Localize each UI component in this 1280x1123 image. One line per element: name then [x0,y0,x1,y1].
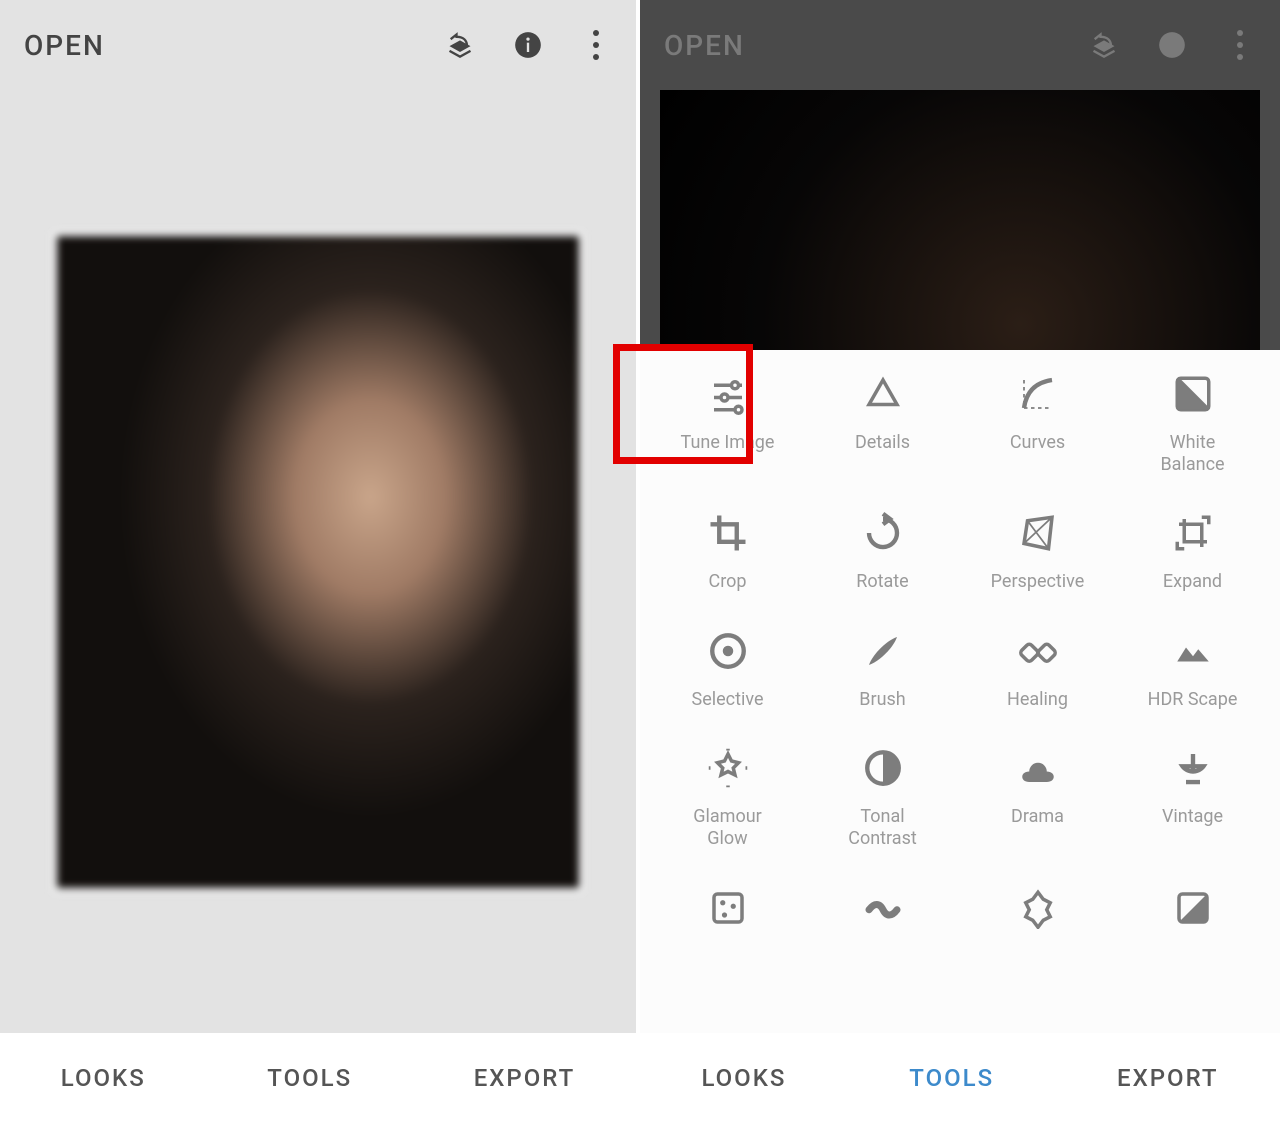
tool-label: Selective [692,689,764,711]
tool-label: White Balance [1160,432,1224,475]
bottom-navigation: LOOKS TOOLS EXPORT [640,1033,1280,1123]
tool-label: Tonal Contrast [848,806,917,849]
tool-tune-image[interactable]: Tune Image [650,370,805,475]
grainy-film-icon [704,884,752,932]
tool-label: Crop [708,571,746,593]
tool-drama[interactable]: Drama [960,744,1115,849]
tools-panel: Tune Image Details Curves White Balance Crop… [640,350,1280,1033]
drama-icon [1014,744,1062,792]
tool-label: Tune Image [681,432,775,454]
tool-selective[interactable]: Selective [650,627,805,711]
retrolux-icon [859,884,907,932]
nav-export[interactable]: EXPORT [1117,1064,1219,1092]
tool-crop[interactable]: Crop [650,509,805,593]
rotate-icon [859,509,907,557]
crop-icon [704,509,752,557]
white-balance-icon [1169,370,1217,418]
expand-icon [1169,509,1217,557]
tool-bw[interactable] [1115,884,1270,946]
dark-header-area: OPEN [640,0,1280,350]
curves-icon [1014,370,1062,418]
nav-tools[interactable]: TOOLS [909,1064,994,1092]
nav-looks[interactable]: LOOKS [701,1064,786,1092]
tool-perspective[interactable]: Perspective [960,509,1115,593]
topbar-actions [444,29,612,61]
healing-icon [1014,627,1062,675]
nav-looks[interactable]: LOOKS [61,1064,146,1092]
tool-rotate[interactable]: Rotate [805,509,960,593]
tool-tonal-contrast[interactable]: Tonal Contrast [805,744,960,849]
tool-grunge[interactable] [960,884,1115,946]
selective-icon [704,627,752,675]
tool-retrolux[interactable] [805,884,960,946]
info-icon[interactable] [512,29,544,61]
tool-details[interactable]: Details [805,370,960,475]
tool-grid: Tune Image Details Curves White Balance Crop… [650,370,1270,946]
tool-label: Drama [1011,806,1064,828]
tool-vintage[interactable]: Vintage [1115,744,1270,849]
vintage-icon [1169,744,1217,792]
tool-label: HDR Scape [1148,689,1238,711]
hdr-scape-icon [1169,627,1217,675]
tool-label: Details [855,432,910,454]
tool-brush[interactable]: Brush [805,627,960,711]
brush-icon [859,627,907,675]
tool-label: Healing [1007,689,1068,711]
photo-preview-dim [660,90,1260,350]
tool-label: Brush [859,689,905,711]
tool-curves[interactable]: Curves [960,370,1115,475]
tune-image-icon [704,370,752,418]
bw-icon [1169,884,1217,932]
tool-hdr-scape[interactable]: HDR Scape [1115,627,1270,711]
info-icon [1156,29,1188,61]
photo-preview[interactable] [53,232,583,892]
bottom-navigation: LOOKS TOOLS EXPORT [0,1033,636,1123]
tonal-contrast-icon [859,744,907,792]
open-button-dim: OPEN [664,29,745,62]
tool-label: Glamour Glow [693,806,762,849]
glamour-glow-icon [704,744,752,792]
screen-tools: OPEN Tune Image Details Curves White Balanc… [640,0,1280,1123]
tool-label: Expand [1163,571,1222,593]
layers-undo-icon[interactable] [444,29,476,61]
grunge-icon [1014,884,1062,932]
topbar: OPEN [0,0,636,90]
open-button[interactable]: OPEN [24,29,105,62]
tool-grainy-film[interactable] [650,884,805,946]
tool-healing[interactable]: Healing [960,627,1115,711]
more-menu-icon[interactable] [580,29,612,61]
nav-tools[interactable]: TOOLS [267,1064,352,1092]
details-icon [859,370,907,418]
image-canvas-area [0,90,636,1033]
tool-label: Vintage [1162,806,1223,828]
screen-main: OPEN LOOKS TOOLS EXPORT [0,0,640,1123]
layers-undo-icon [1088,29,1120,61]
tool-label: Perspective [991,571,1085,593]
perspective-icon [1014,509,1062,557]
more-menu-icon [1224,29,1256,61]
tool-label: Curves [1010,432,1065,454]
nav-export[interactable]: EXPORT [474,1064,576,1092]
topbar-actions-dim [1088,29,1256,61]
tool-white-balance[interactable]: White Balance [1115,370,1270,475]
tool-glamour-glow[interactable]: Glamour Glow [650,744,805,849]
tool-label: Rotate [856,571,908,593]
tool-expand[interactable]: Expand [1115,509,1270,593]
topbar-dim: OPEN [640,0,1280,90]
